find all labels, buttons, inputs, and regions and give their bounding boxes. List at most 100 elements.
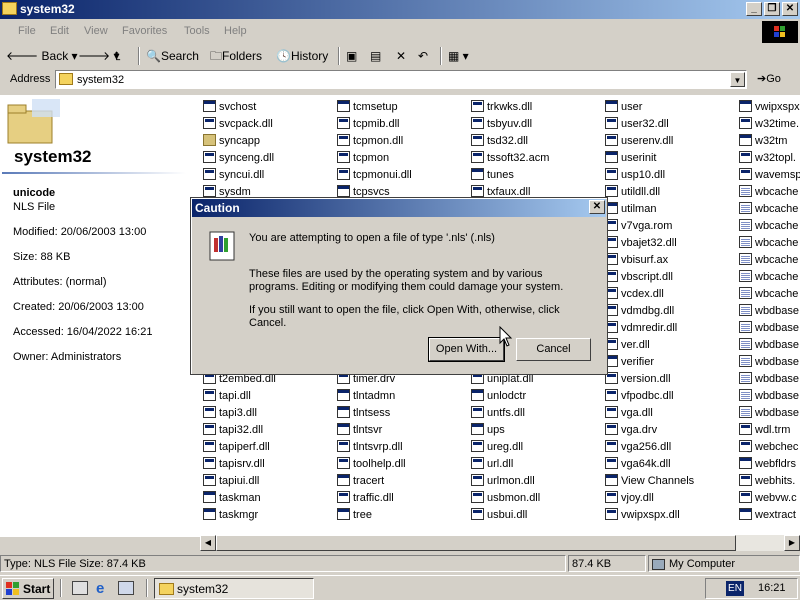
file-item[interactable]: tapisrv.dll <box>203 457 265 472</box>
go-button[interactable]: ➔Go <box>757 72 781 85</box>
file-item[interactable]: w32time. <box>739 117 799 132</box>
file-item[interactable]: usbui.dll <box>471 508 527 523</box>
file-item[interactable]: vga.dll <box>605 406 653 421</box>
file-item[interactable]: wbdbase <box>739 338 799 353</box>
file-item[interactable]: wbcache <box>739 219 798 234</box>
language-indicator[interactable]: EN <box>726 581 744 596</box>
file-item[interactable]: vbisurf.ax <box>605 253 668 268</box>
file-item[interactable]: tssoft32.acm <box>471 151 549 166</box>
file-item[interactable]: vga64k.dll <box>605 457 671 472</box>
file-item[interactable]: tsbyuv.dll <box>471 117 532 132</box>
file-item[interactable]: wbcache <box>739 270 798 285</box>
search-button[interactable]: 🔍Search <box>146 48 199 64</box>
file-item[interactable]: usp10.dll <box>605 168 665 183</box>
menu-file[interactable]: File <box>18 25 36 37</box>
file-item[interactable]: wbdbase <box>739 372 799 387</box>
file-item[interactable]: wbdbase <box>739 389 799 404</box>
file-item[interactable]: verifier <box>605 355 654 370</box>
cancel-button[interactable]: Cancel <box>516 338 591 361</box>
file-item[interactable]: vwipxspx <box>739 100 800 115</box>
file-item[interactable]: wbdbase <box>739 304 799 319</box>
file-item[interactable]: toolhelp.dll <box>337 457 406 472</box>
internet-explorer-icon[interactable]: e <box>96 580 104 597</box>
folders-button[interactable]: 🗀Folders <box>210 48 262 64</box>
file-item[interactable]: wbcache <box>739 185 798 200</box>
file-item[interactable]: tapiperf.dll <box>203 440 270 455</box>
menu-tools[interactable]: Tools <box>184 25 210 37</box>
file-item[interactable]: wbdbase <box>739 355 799 370</box>
scroll-right-button[interactable]: ▶ <box>784 535 800 551</box>
file-item[interactable]: tlntadmn <box>337 389 395 404</box>
file-item[interactable]: v7vga.rom <box>605 219 672 234</box>
menu-edit[interactable]: Edit <box>50 25 69 37</box>
file-item[interactable]: ver.dll <box>605 338 650 353</box>
file-item[interactable]: vjoy.dll <box>605 491 654 506</box>
file-item[interactable]: vbajet32.dll <box>605 236 677 251</box>
file-item[interactable]: tlntsvrp.dll <box>337 440 403 455</box>
history-button[interactable]: 🕓History <box>276 48 328 64</box>
scroll-left-button[interactable]: ◀ <box>200 535 216 551</box>
file-item[interactable]: tree <box>337 508 372 523</box>
file-item[interactable]: utilman <box>605 202 656 217</box>
menu-favorites[interactable]: Favorites <box>122 25 167 37</box>
file-item[interactable]: webhits. <box>739 474 795 489</box>
file-item[interactable]: taskmgr <box>203 508 258 523</box>
file-item[interactable]: userinit <box>605 151 656 166</box>
file-item[interactable]: userenv.dll <box>605 134 673 149</box>
file-item[interactable]: vga.drv <box>605 423 657 438</box>
file-item[interactable]: svcpack.dll <box>203 117 273 132</box>
file-item[interactable]: syncapp <box>203 134 260 149</box>
file-item[interactable]: unlodctr <box>471 389 526 404</box>
file-item[interactable]: wdl.trm <box>739 423 790 438</box>
file-item[interactable]: tapiui.dll <box>203 474 259 489</box>
file-item[interactable]: tracert <box>337 474 384 489</box>
file-item[interactable]: tcpmonui.dll <box>337 168 412 183</box>
file-item[interactable]: tcpmib.dll <box>337 117 399 132</box>
file-item[interactable]: syncui.dll <box>203 168 264 183</box>
file-item[interactable]: utildll.dll <box>605 185 660 200</box>
file-item[interactable]: ureg.dll <box>471 440 523 455</box>
minimize-button[interactable]: _ <box>746 2 762 16</box>
window-title-bar[interactable]: system32 _ ❐ ✕ <box>0 0 800 19</box>
file-item[interactable]: tapi.dll <box>203 389 251 404</box>
copy-to-button[interactable]: ▤ <box>370 48 381 64</box>
file-item[interactable]: vga256.dll <box>605 440 671 455</box>
scroll-thumb[interactable] <box>216 535 736 551</box>
address-input[interactable]: system32 ▼ <box>55 70 747 89</box>
file-item[interactable]: untfs.dll <box>471 406 525 421</box>
menu-view[interactable]: View <box>84 25 108 37</box>
file-item[interactable]: wbcache <box>739 236 798 251</box>
file-item[interactable]: wbcache <box>739 202 798 217</box>
file-item[interactable]: vcdex.dll <box>605 287 664 302</box>
file-item[interactable]: taskman <box>203 491 261 506</box>
file-item[interactable]: tsd32.dll <box>471 134 528 149</box>
file-item[interactable]: user32.dll <box>605 117 669 132</box>
file-item[interactable]: webfldrs <box>739 457 796 472</box>
file-item[interactable]: View Channels <box>605 474 694 489</box>
file-item[interactable]: ups <box>471 423 505 438</box>
delete-button[interactable]: ✕ <box>396 48 406 64</box>
menu-help[interactable]: Help <box>224 25 247 37</box>
file-item[interactable]: tcmsetup <box>337 100 398 115</box>
file-item[interactable]: tlntsvr <box>337 423 382 438</box>
file-item[interactable]: tapi3.dll <box>203 406 257 421</box>
file-item[interactable]: version.dll <box>605 372 671 387</box>
file-item[interactable]: trkwks.dll <box>471 100 532 115</box>
file-item[interactable]: user <box>605 100 642 115</box>
file-item[interactable]: vwipxspx.dll <box>605 508 680 523</box>
file-item[interactable]: wbcache <box>739 287 798 302</box>
start-button[interactable]: Start <box>2 578 54 599</box>
show-desktop-icon[interactable] <box>72 581 88 595</box>
undo-button[interactable]: ↶ <box>418 48 428 64</box>
file-item[interactable]: svchost <box>203 100 256 115</box>
move-to-button[interactable]: ▣ <box>346 48 357 64</box>
close-button[interactable]: ✕ <box>782 2 798 16</box>
file-item[interactable]: wavemsp <box>739 168 800 183</box>
file-item[interactable]: vfpodbc.dll <box>605 389 674 404</box>
address-dropdown-button[interactable]: ▼ <box>730 72 745 87</box>
dialog-title-bar[interactable]: Caution ✕ <box>192 199 606 217</box>
file-item[interactable]: vbscript.dll <box>605 270 673 285</box>
file-item[interactable]: webchec <box>739 440 798 455</box>
file-item[interactable]: wbcache <box>739 253 798 268</box>
taskbar-window-system32[interactable]: system32 <box>154 578 314 599</box>
